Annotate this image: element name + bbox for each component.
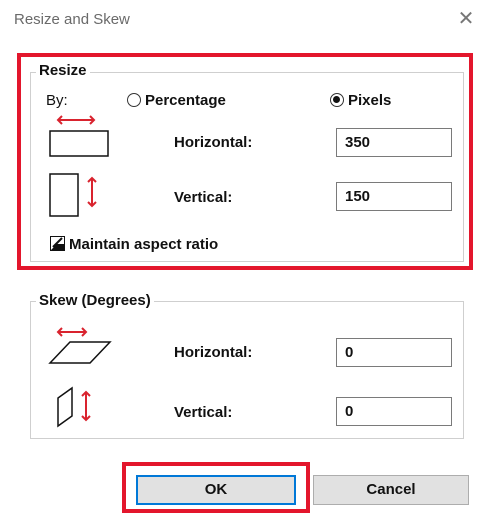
skew-horizontal-icon xyxy=(48,327,112,364)
skew-vertical-label: Vertical: xyxy=(174,404,233,421)
skew-horizontal-input[interactable] xyxy=(336,338,452,367)
dialog-title: Resize and Skew xyxy=(14,11,130,28)
skew-vertical-icon xyxy=(57,386,91,428)
skew-horizontal-label: Horizontal: xyxy=(174,344,253,361)
skew-vertical-input[interactable] xyxy=(336,397,452,426)
cancel-button[interactable]: Cancel xyxy=(313,475,469,505)
ok-highlight-frame xyxy=(122,462,310,513)
resize-skew-dialog: Resize and Skew ✕ Resize By: Percentage … xyxy=(0,0,480,513)
close-icon[interactable]: ✕ xyxy=(455,8,477,30)
resize-highlight-frame xyxy=(17,53,473,270)
skew-legend: Skew (Degrees) xyxy=(36,292,154,309)
